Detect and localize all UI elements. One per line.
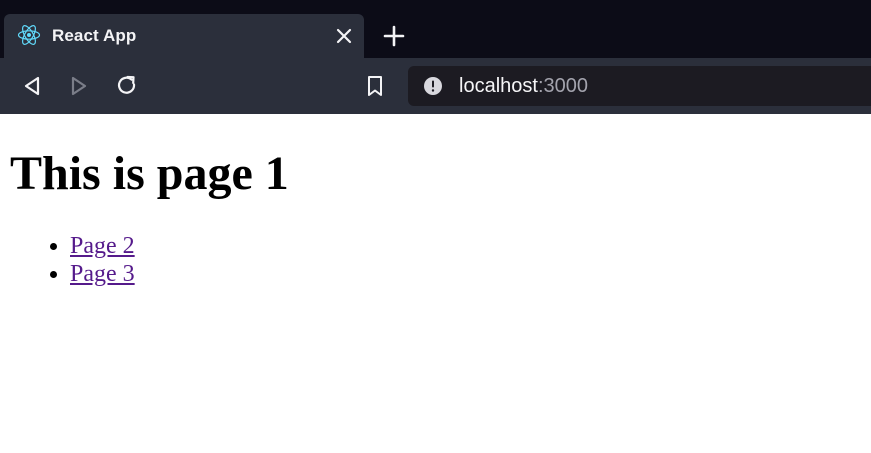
url-host: localhost (459, 75, 538, 97)
navigation-toolbar: localhost:3000 (0, 58, 871, 114)
list-item: Page 3 (70, 260, 135, 288)
page-links-list: Page 2 Page 3 (30, 232, 135, 288)
new-tab-plus-icon[interactable] (381, 23, 407, 49)
link-page-2[interactable]: Page 2 (70, 233, 135, 259)
url-text[interactable]: localhost:3000 (459, 75, 588, 98)
tab-title: React App (52, 26, 137, 45)
address-bar[interactable]: localhost:3000 (408, 66, 871, 106)
page-content: This is page 1 Page 2 Page 3 (0, 114, 871, 453)
link-page-3[interactable]: Page 3 (70, 261, 135, 287)
browser-window: React App localhost:3000 This is page 1 … (0, 0, 871, 453)
reload-icon[interactable] (113, 72, 141, 100)
react-logo-icon (17, 25, 41, 45)
list-item: Page 2 (70, 232, 135, 260)
forward-arrow-icon[interactable] (65, 72, 93, 100)
page-heading: This is page 1 (10, 147, 289, 200)
back-arrow-icon[interactable] (18, 72, 46, 100)
url-port: :3000 (537, 75, 588, 97)
tab-strip: React App (0, 0, 871, 58)
tab-react-app[interactable]: React App (4, 14, 364, 58)
bookmark-icon[interactable] (361, 72, 389, 100)
close-tab-icon[interactable] (334, 26, 354, 46)
site-info-icon[interactable] (423, 76, 443, 96)
